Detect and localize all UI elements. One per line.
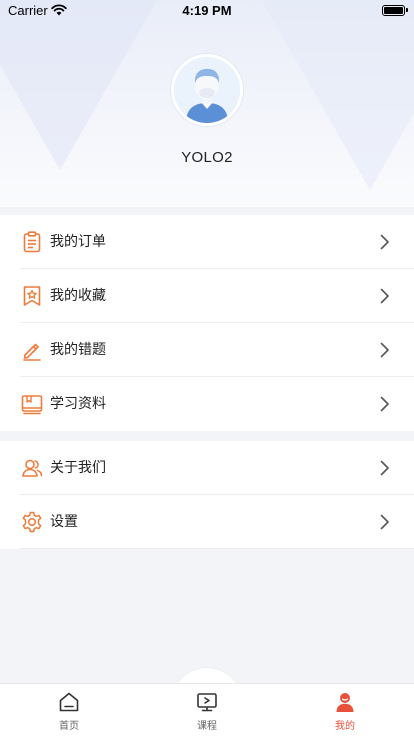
menu-item-label: 学习资料 <box>50 396 106 412</box>
gear-icon <box>22 511 42 533</box>
menu-item-label: 关于我们 <box>50 460 106 476</box>
menu-item-study-materials[interactable]: 学习资料 <box>0 377 414 431</box>
chevron-right-icon <box>380 288 389 304</box>
tab-home[interactable]: 首页 <box>0 684 138 736</box>
menu-item-label: 设置 <box>50 514 78 530</box>
chevron-right-icon <box>380 234 389 250</box>
play-screen-icon <box>197 693 217 712</box>
book-icon <box>21 395 43 415</box>
menu-item-favorites[interactable]: 我的收藏 <box>0 269 414 323</box>
divider <box>20 548 414 549</box>
username: YOLO2 <box>181 149 233 166</box>
home-icon <box>59 692 79 712</box>
tab-mine[interactable]: 我的 <box>276 684 414 736</box>
avatar-person-icon <box>174 57 240 123</box>
chevron-right-icon <box>380 460 389 476</box>
menu-item-settings[interactable]: 设置 <box>0 495 414 549</box>
tab-label: 课程 <box>197 721 217 732</box>
tab-label: 我的 <box>335 721 355 732</box>
tab-course[interactable]: 课程 <box>138 684 276 736</box>
header-decoration <box>0 0 180 170</box>
clipboard-icon <box>23 231 41 253</box>
menu-item-orders[interactable]: 我的订单 <box>0 215 414 269</box>
battery-icon <box>382 5 408 16</box>
avatar[interactable] <box>171 54 243 126</box>
chevron-right-icon <box>380 514 389 530</box>
pencil-icon <box>23 343 41 361</box>
users-icon <box>22 459 43 477</box>
menu-item-label: 我的错题 <box>50 342 106 358</box>
bookmark-star-icon <box>23 286 41 306</box>
status-bar: Carrier 4:19 PM <box>0 0 414 22</box>
chevron-right-icon <box>380 342 389 358</box>
chevron-right-icon <box>380 396 389 412</box>
menu-item-label: 我的收藏 <box>50 288 106 304</box>
menu-item-label: 我的订单 <box>50 234 106 250</box>
menu-group-primary: 我的订单 我的收藏 我的错题 学习资料 <box>0 215 414 431</box>
menu-item-mistakes[interactable]: 我的错题 <box>0 323 414 377</box>
status-time: 4:19 PM <box>182 3 232 18</box>
menu-group-secondary: 关于我们 设置 <box>0 441 414 549</box>
tab-bar: 首页 课程 我的 <box>0 683 414 736</box>
user-icon <box>336 693 354 712</box>
menu-item-about-us[interactable]: 关于我们 <box>0 441 414 495</box>
tab-label: 首页 <box>59 721 79 732</box>
